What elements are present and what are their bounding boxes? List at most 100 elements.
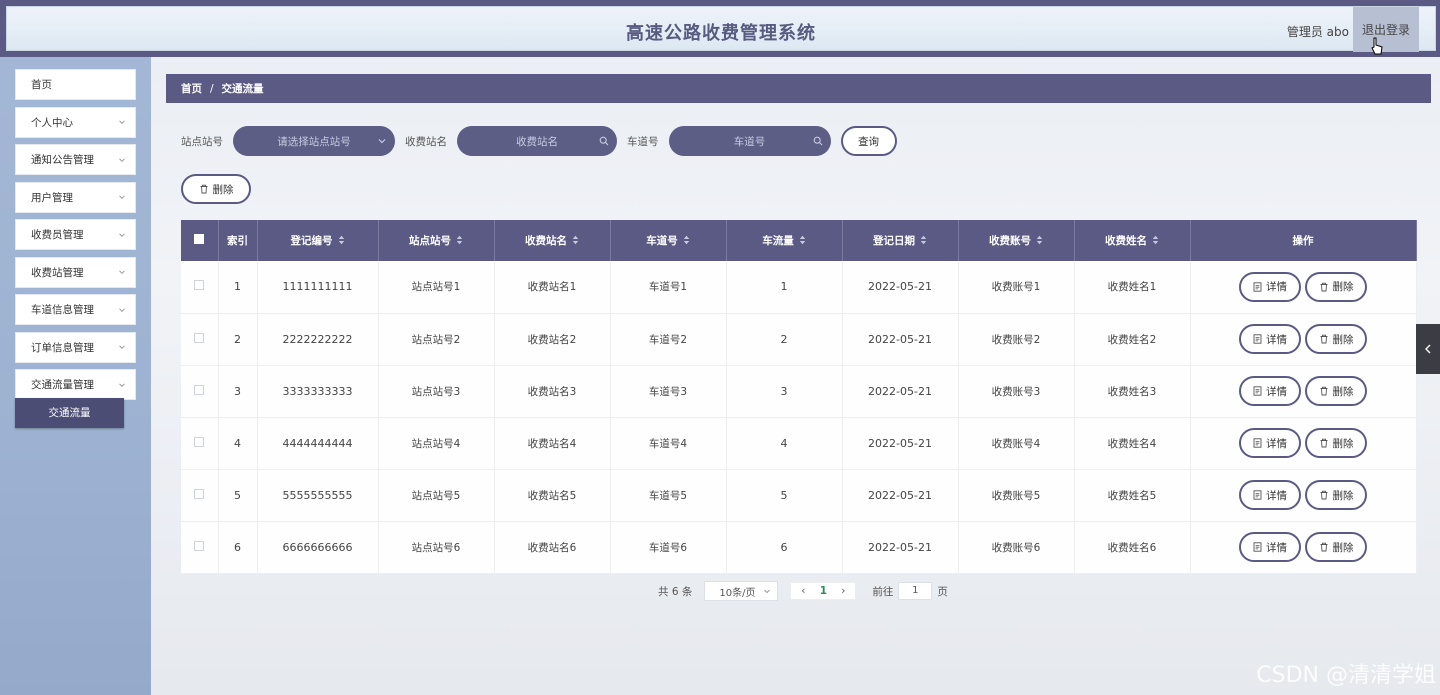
sidebar-item[interactable]: 用户管理	[15, 181, 136, 213]
document-icon	[1253, 438, 1262, 448]
cell-account: 收费账号3	[958, 365, 1075, 418]
detail-button[interactable]: 详情	[1239, 324, 1301, 354]
row-delete-button[interactable]: 删除	[1305, 532, 1367, 562]
chevron-down-icon	[119, 382, 125, 387]
row-delete-label: 删除	[1332, 281, 1354, 294]
row-delete-label: 删除	[1332, 489, 1354, 502]
lane-input[interactable]: 车道号	[668, 126, 831, 156]
sidebar-item[interactable]: 车道信息管理	[15, 294, 136, 325]
sidebar-item[interactable]: 订单信息管理	[15, 331, 136, 363]
cell-lane: 车道号2	[610, 313, 727, 366]
cell-date: 2022-05-21	[842, 313, 959, 366]
sidebar-subitem-active[interactable]: 交通流量	[15, 397, 124, 428]
cell-station: 站点站号5	[378, 469, 495, 522]
query-button[interactable]: 查询	[840, 126, 897, 156]
sort-icon[interactable]	[683, 235, 690, 248]
row-checkbox[interactable]	[194, 488, 205, 499]
table-row: 2 2222222222 站点站号2 收费站名2 车道号2 2 2022-05-21 收费账号…	[181, 313, 1417, 366]
breadcrumb-home[interactable]: 首页	[181, 81, 202, 96]
sort-icon[interactable]	[920, 235, 927, 248]
logout-button[interactable]: 退出登录	[1353, 7, 1419, 52]
row-checkbox[interactable]	[194, 436, 205, 447]
breadcrumb-separator: /	[210, 82, 214, 95]
sort-icon[interactable]	[456, 235, 463, 248]
sidebar-item[interactable]: 收费员管理	[15, 219, 136, 250]
detail-button[interactable]: 详情	[1239, 480, 1301, 510]
sidebar-item[interactable]: 个人中心	[15, 106, 136, 138]
column-header[interactable]: 收费账号	[958, 220, 1075, 261]
mouse-cursor-icon	[1371, 37, 1383, 55]
sidebar-item[interactable]: 首页	[15, 69, 136, 100]
detail-button[interactable]: 详情	[1239, 271, 1301, 302]
column-header-label: 登记编号	[290, 235, 333, 247]
station-no-select[interactable]: 请选择站点站号	[233, 126, 395, 156]
search-bar: 站点站号 请选择站点站号 收费站名 收费站名 车道号 车道号 查询	[181, 126, 897, 156]
row-checkbox[interactable]	[194, 332, 205, 343]
sidebar-item[interactable]: 交通流量管理	[15, 369, 136, 400]
column-header[interactable]: 登记编号	[257, 220, 379, 261]
chevron-down-icon	[119, 345, 125, 350]
prev-page-icon[interactable]: ‹	[795, 585, 811, 597]
search-icon	[813, 136, 822, 146]
row-delete-button[interactable]: 删除	[1305, 271, 1367, 302]
row-delete-button[interactable]: 删除	[1305, 324, 1367, 354]
row-checkbox[interactable]	[194, 280, 205, 291]
cell-flow: 2	[726, 313, 843, 366]
column-header[interactable]: 车道号	[610, 220, 727, 261]
table-row: 3 3333333333 站点站号3 收费站名3 车道号3 3 2022-05-21 收费账号…	[181, 365, 1417, 418]
sort-icon[interactable]	[1036, 235, 1043, 248]
column-header-label: 收费账号	[989, 235, 1031, 247]
row-delete-button[interactable]: 删除	[1305, 376, 1367, 406]
column-header[interactable]: 站点站号	[378, 220, 495, 261]
table-row: 5 5555555555 站点站号5 收费站名5 车道号5 5 2022-05-21 收费账号…	[181, 469, 1417, 522]
row-checkbox[interactable]	[194, 384, 205, 395]
page-number-current[interactable]: 1	[815, 585, 831, 597]
cell-actions: 详情 删除	[1190, 365, 1417, 418]
sort-icon[interactable]	[338, 235, 345, 248]
goto-page-input[interactable]: 1	[898, 582, 933, 600]
table-row: 1 1111111111 站点站号1 收费站名1 车道号1 1 2022-05-21 收费账号…	[181, 261, 1417, 314]
sort-icon[interactable]	[799, 235, 806, 248]
station-name-input[interactable]: 收费站名	[457, 126, 617, 156]
cell-date: 2022-05-21	[842, 521, 959, 574]
detail-button[interactable]: 详情	[1239, 532, 1301, 562]
sidebar-item-label: 交通流量管理	[31, 379, 94, 391]
cell-actions: 详情 删除	[1190, 469, 1417, 522]
detail-button[interactable]: 详情	[1239, 428, 1301, 458]
row-checkbox[interactable]	[194, 540, 205, 551]
sort-icon[interactable]	[1152, 235, 1159, 248]
cell-idx: 5	[218, 469, 258, 522]
detail-button[interactable]: 详情	[1239, 376, 1301, 406]
column-header[interactable]: 登记日期	[842, 220, 959, 261]
station-name-placeholder: 收费站名	[516, 135, 558, 148]
cell-name: 收费站名2	[494, 313, 611, 366]
sort-icon[interactable]	[572, 235, 579, 248]
select-all-checkbox[interactable]	[194, 234, 205, 244]
top-header: 高速公路收费管理系统 管理员 abo 退出登录	[0, 0, 1440, 57]
cell-account: 收费账号2	[958, 313, 1075, 366]
column-header-label: 收费站名	[525, 235, 567, 247]
column-header[interactable]: 车流量	[726, 220, 843, 261]
sidebar-item[interactable]: 通知公告管理	[15, 144, 136, 175]
cell-station: 站点站号4	[378, 417, 495, 470]
document-icon	[1253, 282, 1262, 292]
cell-reg: 1111111111	[257, 261, 379, 314]
row-delete-button[interactable]: 删除	[1305, 480, 1367, 510]
sidebar-item[interactable]: 收费站管理	[15, 256, 136, 288]
row-delete-button[interactable]: 删除	[1305, 428, 1367, 458]
column-header[interactable]: 收费站名	[494, 220, 611, 261]
row-delete-label: 删除	[1332, 541, 1354, 554]
column-header-label: 车流量	[762, 235, 794, 247]
collapse-panel-tab[interactable]	[1416, 324, 1440, 374]
column-header[interactable]: 收费姓名	[1074, 220, 1191, 261]
station-name-label: 收费站名	[405, 135, 447, 148]
next-page-icon[interactable]: ›	[835, 585, 851, 597]
sidebar-item-label: 收费员管理	[31, 229, 84, 241]
cell-reg: 2222222222	[257, 313, 379, 366]
cell-station: 站点站号3	[378, 365, 495, 418]
document-icon	[1253, 490, 1262, 500]
cell-lane: 车道号3	[610, 365, 727, 418]
batch-delete-button[interactable]: 删除	[181, 174, 251, 204]
page-size-select[interactable]: 10条/页	[704, 581, 779, 601]
row-select-cell	[181, 521, 219, 574]
